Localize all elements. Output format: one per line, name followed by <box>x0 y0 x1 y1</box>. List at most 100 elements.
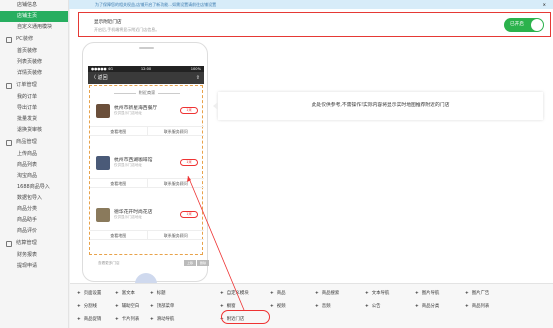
phone-navbar: 〈 返回 ⇪ <box>88 72 204 84</box>
component-15[interactable]: + 公告 <box>365 303 380 311</box>
component-label: 商品促销 <box>83 317 102 322</box>
sidebar-item-9[interactable]: 导出订单 <box>0 103 68 114</box>
group-icon <box>6 240 12 247</box>
component-label: 辅助空白 <box>121 304 140 309</box>
sidebar-item-0[interactable]: 店铺信息 <box>0 0 68 11</box>
component-label: 自定义模块 <box>226 291 249 296</box>
component-14[interactable]: + 音频 <box>315 303 330 311</box>
plus-icon: + <box>415 291 419 296</box>
store-distance-badge: 1米 <box>180 159 198 166</box>
component-9[interactable]: + 分割线 <box>77 303 97 311</box>
toggle-title: 显示附近门店 <box>94 20 122 25</box>
sidebar-label: 批量发货 <box>17 116 38 122</box>
sidebar-label: 订单管理 <box>16 82 37 88</box>
view-map-button[interactable]: 查看地图 <box>90 127 148 135</box>
sidebar-item-4[interactable]: 首页装修 <box>0 46 68 57</box>
sidebar-item-18[interactable]: 商品分类 <box>0 204 68 215</box>
sidebar-item-11[interactable]: 退换货审核 <box>0 125 68 136</box>
contact-button[interactable]: 联系服务顾问 <box>148 231 205 239</box>
component-0[interactable]: + 页面设置 <box>77 290 101 298</box>
component-16[interactable]: + 商品分类 <box>415 303 439 311</box>
highlight-circle <box>221 310 270 324</box>
component-11[interactable]: + 顶部菜单 <box>150 303 174 311</box>
sidebar-item-22[interactable]: 财务报表 <box>0 250 68 261</box>
sidebar-label: 淘宝商品 <box>17 173 38 179</box>
sidebar-item-8[interactable]: 我的订单 <box>0 92 68 103</box>
phone-speaker <box>139 47 154 49</box>
sidebar-item-23[interactable]: 提现申请 <box>0 261 68 272</box>
store-distance-badge: 1米 <box>180 211 198 218</box>
view-map-button[interactable]: 查看地图 <box>90 231 148 239</box>
contact-button[interactable]: 联系服务顾问 <box>148 179 205 187</box>
component-10[interactable]: + 辅助空白 <box>115 303 139 311</box>
switch-knob <box>531 19 543 31</box>
move-up-button[interactable]: 上移 <box>184 260 196 266</box>
share-icon[interactable]: ⇪ <box>196 72 200 84</box>
component-5[interactable]: + 商品搜索 <box>315 290 339 298</box>
plus-icon: + <box>150 291 154 296</box>
back-button[interactable]: 〈 返回 <box>91 75 108 81</box>
view-map-button[interactable]: 查看地图 <box>90 179 148 187</box>
plus-icon: + <box>115 291 119 296</box>
component-label: 顶部菜单 <box>156 304 175 309</box>
sidebar-label: 商品助手 <box>17 217 38 223</box>
more-row: 查看更多门店 上移 删除 <box>98 260 209 266</box>
component-label: 文本导航 <box>371 291 390 296</box>
plus-icon: + <box>415 304 419 309</box>
nearby-store-toggle-panel: 显示附近门店 开启后,手机端将显示附近门店信息。 已开启 <box>78 12 551 37</box>
component-label: 商品搜索 <box>321 291 340 296</box>
component-label: 卡片列表 <box>121 317 140 322</box>
plus-icon: + <box>365 304 369 309</box>
delete-button[interactable]: 删除 <box>197 260 209 266</box>
preview-tip: 此处仅供参考,不需操作!实际内容将显示实时地图推荐附近的门店 <box>213 92 543 120</box>
sidebar-item-10[interactable]: 批量发货 <box>0 114 68 125</box>
store-name: 杭州市西湖咖啡馆 <box>114 158 153 163</box>
component-19[interactable]: + 卡片列表 <box>115 316 139 324</box>
sidebar-item-2[interactable]: 自定义通用模块 <box>0 22 68 33</box>
contact-button[interactable]: 联系服务顾问 <box>148 127 205 135</box>
phone-content: 附近商家 杭州市新星海西餐厅 仅供显示门店地址 1米 查看地图 联系服务顾问 杭州市西湖咖… <box>88 84 209 273</box>
sidebar-item-5[interactable]: 列表页装修 <box>0 57 68 68</box>
component-6[interactable]: + 文本导航 <box>365 290 389 298</box>
component-3[interactable]: + 自定义模块 <box>220 290 249 298</box>
toggle-description: 开启后,手机端将显示附近门店信息。 <box>94 27 160 32</box>
component-1[interactable]: + 富文本 <box>115 290 135 298</box>
group-icon <box>6 82 12 89</box>
component-4[interactable]: + 商品 <box>270 290 285 298</box>
sidebar-item-20[interactable]: 商品评价 <box>0 226 68 237</box>
component-2[interactable]: + 标题 <box>150 290 165 298</box>
sidebar-label: PC装修 <box>16 36 34 42</box>
sidebar-group-3: PC装修 <box>0 33 68 46</box>
sidebar-item-6[interactable]: 详情页装修 <box>0 68 68 79</box>
sidebar-item-1[interactable]: 店铺主页 <box>0 11 68 22</box>
sidebar-label: 我的订单 <box>17 94 38 100</box>
nearby-store-switch[interactable]: 已开启 <box>504 18 544 32</box>
sidebar-label: 商品评价 <box>17 228 38 234</box>
sidebar-group-7: 订单管理 <box>0 79 68 92</box>
nearby-store-module[interactable]: 附近商家 杭州市新星海西餐厅 仅供显示门店地址 1米 查看地图 联系服务顾问 杭州市西湖咖… <box>89 85 205 255</box>
component-label: 分割线 <box>83 304 97 309</box>
sidebar-item-16[interactable]: 1688商品导入 <box>0 182 68 193</box>
sidebar-item-13[interactable]: 上传商品 <box>0 149 68 160</box>
sidebar-item-15[interactable]: 淘宝商品 <box>0 171 68 182</box>
sidebar-label: 上传商品 <box>17 151 38 157</box>
main-content: 显示附近门店 开启后,手机端将显示附近门店信息。 已开启 ●●●●● 4G 12… <box>70 9 553 328</box>
component-label: 图片导航 <box>421 291 440 296</box>
more-text[interactable]: 查看更多门店 <box>98 261 120 265</box>
component-20[interactable]: + 滑动导航 <box>150 316 174 324</box>
component-17[interactable]: + 商品列表 <box>465 303 489 311</box>
component-label: 公告 <box>371 304 381 309</box>
component-18[interactable]: + 商品促销 <box>77 316 101 324</box>
close-icon[interactable]: × <box>543 0 546 9</box>
sidebar-item-19[interactable]: 商品助手 <box>0 215 68 226</box>
component-7[interactable]: + 图片导航 <box>415 290 439 298</box>
component-13[interactable]: + 视频 <box>270 303 285 311</box>
store-image <box>96 208 110 222</box>
sidebar-item-17[interactable]: 数据包导入 <box>0 193 68 204</box>
sidebar-label: 导出订单 <box>17 105 38 111</box>
group-icon <box>6 36 12 43</box>
sidebar-label: 结算管理 <box>16 240 37 246</box>
sidebar-item-14[interactable]: 商品列表 <box>0 160 68 171</box>
component-8[interactable]: + 图片广告 <box>465 290 489 298</box>
notice-text: 为了保障您的相关权益,店铺开启了新功能...如需设置请前往店铺设置 <box>95 2 217 7</box>
